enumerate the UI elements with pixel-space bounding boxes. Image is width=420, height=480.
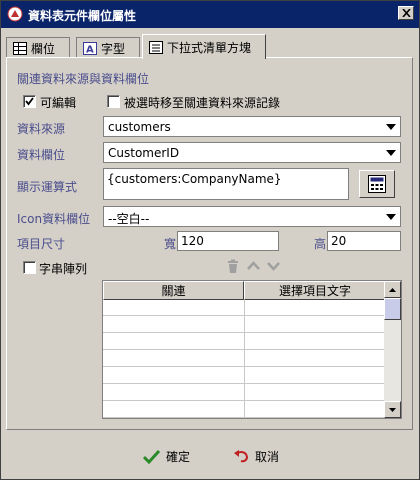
table-row[interactable] <box>103 385 386 401</box>
display-expr-label: 顯示運算式 <box>17 180 78 194</box>
datasource-value: customers <box>108 120 171 134</box>
datasource-select[interactable]: customers <box>103 116 401 137</box>
scroll-thumb[interactable] <box>384 298 401 320</box>
move-record-checkbox[interactable] <box>107 95 120 108</box>
string-array-label: 字串陣列 <box>39 262 88 276</box>
width-value: 120 <box>181 234 204 248</box>
tab-dropdown-list-label: 下拉式清單方塊 <box>167 40 252 55</box>
scroll-up-button[interactable] <box>384 281 401 298</box>
grid-icon <box>13 41 27 55</box>
close-icon <box>401 9 411 17</box>
font-icon: A <box>83 41 97 55</box>
list-icon <box>149 40 163 54</box>
move-down-icon[interactable] <box>267 261 280 271</box>
width-input[interactable]: 120 <box>177 231 279 251</box>
undo-icon <box>234 450 249 463</box>
editable-checkbox[interactable] <box>23 95 36 108</box>
display-expr-value: {customers:CompanyName} <box>107 172 282 186</box>
tab-fields-label: 欄位 <box>31 41 56 56</box>
arrow-up-icon <box>389 287 396 292</box>
datafield-label: 資料欄位 <box>17 148 66 162</box>
display-expr-input[interactable]: {customers:CompanyName} <box>103 168 349 200</box>
move-up-icon[interactable] <box>247 261 260 271</box>
scroll-down-button[interactable] <box>384 401 401 418</box>
choices-table[interactable]: 關連 選擇項目文字 <box>102 280 402 419</box>
tab-font[interactable]: A 字型 <box>76 37 140 58</box>
cancel-label: 取消 <box>255 449 280 464</box>
string-array-checkbox[interactable] <box>23 261 36 274</box>
table-header: 關連 選擇項目文字 <box>103 281 386 300</box>
vertical-scrollbar[interactable] <box>384 281 401 418</box>
datafield-value: CustomerID <box>108 146 180 160</box>
table-row[interactable] <box>103 368 386 384</box>
icon-field-value: --空白-- <box>108 212 150 226</box>
height-value: 20 <box>331 234 347 248</box>
close-button[interactable] <box>398 6 414 20</box>
cancel-button[interactable]: 取消 <box>233 445 279 467</box>
item-size-label: 項目尺寸 <box>17 237 66 251</box>
section-title: 關連資料來源與資料欄位 <box>17 72 150 86</box>
datafield-select[interactable]: CustomerID <box>103 142 401 163</box>
chevron-down-icon <box>386 150 396 156</box>
height-input[interactable]: 20 <box>327 231 401 251</box>
trash-icon[interactable] <box>226 259 240 274</box>
height-label: 高 <box>314 237 327 251</box>
table-row[interactable] <box>103 334 386 350</box>
icon-field-select[interactable]: --空白-- <box>103 206 401 227</box>
checkmark-icon <box>25 97 34 106</box>
window-title: 資料表元件欄位屬性 <box>28 9 137 23</box>
tab-panel: 關連資料來源與資料欄位 可編輯 被選時移至關連資料來源記錄 資料來源 custo… <box>6 57 413 430</box>
column-header-link[interactable]: 關連 <box>103 281 244 300</box>
table-row[interactable] <box>103 402 386 418</box>
chevron-down-icon <box>386 214 396 220</box>
app-icon <box>7 6 23 22</box>
arrow-down-icon <box>389 407 396 412</box>
icon-field-label: Icon資料欄位 <box>17 212 91 226</box>
width-label: 寬 <box>164 237 177 251</box>
column-header-item-text[interactable]: 選擇項目文字 <box>244 281 386 300</box>
move-record-label: 被選時移至關連資料來源記錄 <box>124 96 281 110</box>
svg-text:A: A <box>86 44 94 55</box>
tab-font-label: 字型 <box>101 41 126 56</box>
table-row[interactable] <box>103 300 386 316</box>
datasource-label: 資料來源 <box>17 122 66 136</box>
calculator-icon <box>368 175 386 193</box>
table-row[interactable] <box>103 317 386 333</box>
expression-builder-button[interactable] <box>359 170 395 198</box>
table-row[interactable] <box>103 351 386 367</box>
properties-dialog: 資料表元件欄位屬性 欄位 A 字型 下拉式清單方塊 關連資料來源與資料欄位 可編… <box>0 0 420 480</box>
editable-label: 可編輯 <box>40 96 77 110</box>
tab-dropdown-list[interactable]: 下拉式清單方塊 <box>142 34 266 59</box>
ok-button[interactable]: 確定 <box>143 445 190 467</box>
chevron-down-icon <box>386 124 396 130</box>
title-bar[interactable]: 資料表元件欄位屬性 <box>1 1 419 28</box>
checkmark-icon <box>143 449 160 464</box>
tab-fields[interactable]: 欄位 <box>6 37 70 58</box>
ok-label: 確定 <box>166 449 191 464</box>
